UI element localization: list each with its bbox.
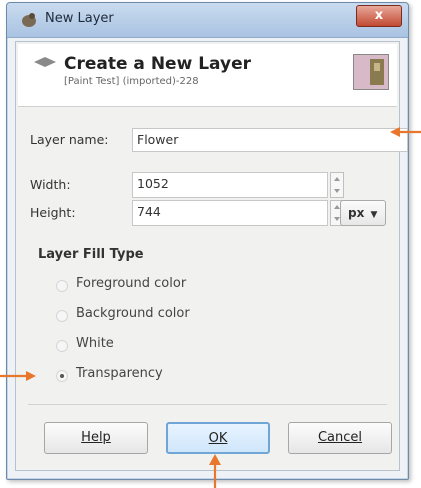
cancel-button[interactable]: Cancel	[288, 422, 392, 454]
radio-label-white: White	[76, 336, 114, 351]
radio-white[interactable]	[56, 340, 68, 352]
title-bar[interactable]: New Layer x	[7, 3, 408, 38]
button-separator	[28, 404, 387, 405]
radio-label-foreground: Foreground color	[76, 276, 187, 291]
height-label: Height:	[30, 205, 76, 220]
annotation-arrow-icon	[390, 127, 421, 137]
dialog-body: Create a New Layer [Paint Test] (importe…	[15, 41, 408, 471]
window-title: New Layer	[45, 11, 114, 26]
gimp-wilber-icon	[22, 13, 36, 27]
layer-icon	[34, 57, 56, 67]
radio-transparency[interactable]	[56, 370, 68, 382]
annotation-arrow-icon	[209, 454, 221, 488]
annotation-arrow-icon	[0, 371, 36, 381]
radio-foreground[interactable]	[56, 280, 68, 292]
layer-name-label: Layer name:	[30, 132, 109, 147]
width-input[interactable]: 1052	[132, 172, 328, 198]
header-subtitle: [Paint Test] (imported)-228	[64, 76, 199, 87]
unit-value: px	[348, 206, 365, 220]
unit-select[interactable]: px ▼	[340, 200, 386, 226]
ok-button[interactable]: OK	[166, 422, 270, 454]
width-label: Width:	[30, 177, 71, 192]
dialog-header: Create a New Layer [Paint Test] (importe…	[18, 44, 397, 107]
layer-name-input[interactable]: Flower	[132, 128, 408, 152]
help-button[interactable]: Help	[44, 422, 148, 454]
radio-label-transparency: Transparency	[76, 366, 163, 381]
radio-background[interactable]	[56, 310, 68, 322]
header-title: Create a New Layer	[64, 54, 251, 74]
chevron-down-icon: ▼	[370, 210, 378, 220]
fill-type-title: Layer Fill Type	[38, 247, 144, 262]
close-button[interactable]: x	[356, 5, 402, 27]
new-layer-dialog: New Layer x Create a New Layer [Paint Te…	[6, 2, 409, 480]
height-input[interactable]: 744	[132, 200, 328, 226]
width-spinner[interactable]	[330, 172, 344, 198]
radio-label-background: Background color	[76, 306, 190, 321]
layer-preview-icon	[353, 54, 389, 90]
